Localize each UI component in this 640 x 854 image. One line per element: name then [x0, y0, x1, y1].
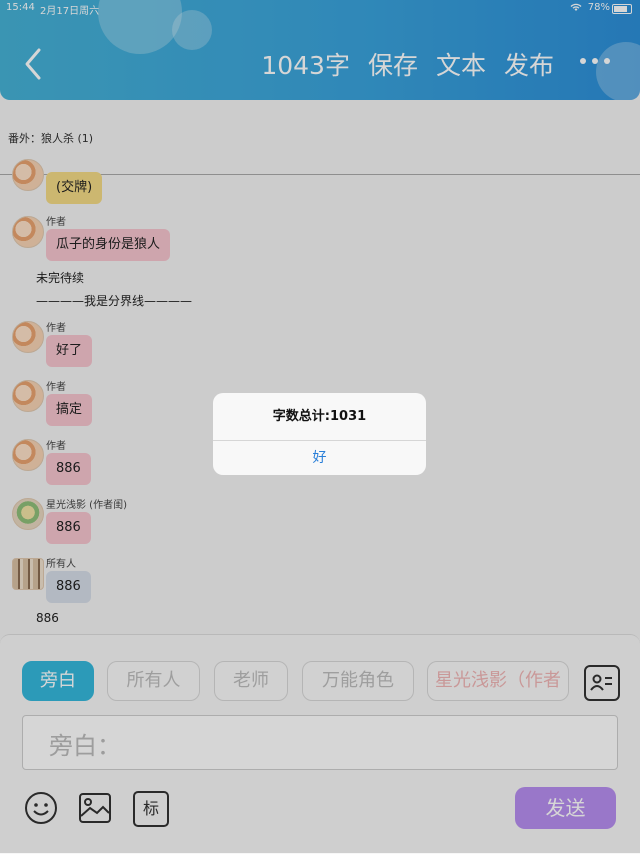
- word-count-dialog: 字数总计:1031 好: [213, 393, 426, 475]
- dialog-title: 字数总计:1031: [213, 393, 426, 441]
- dialog-ok-button[interactable]: 好: [213, 441, 426, 475]
